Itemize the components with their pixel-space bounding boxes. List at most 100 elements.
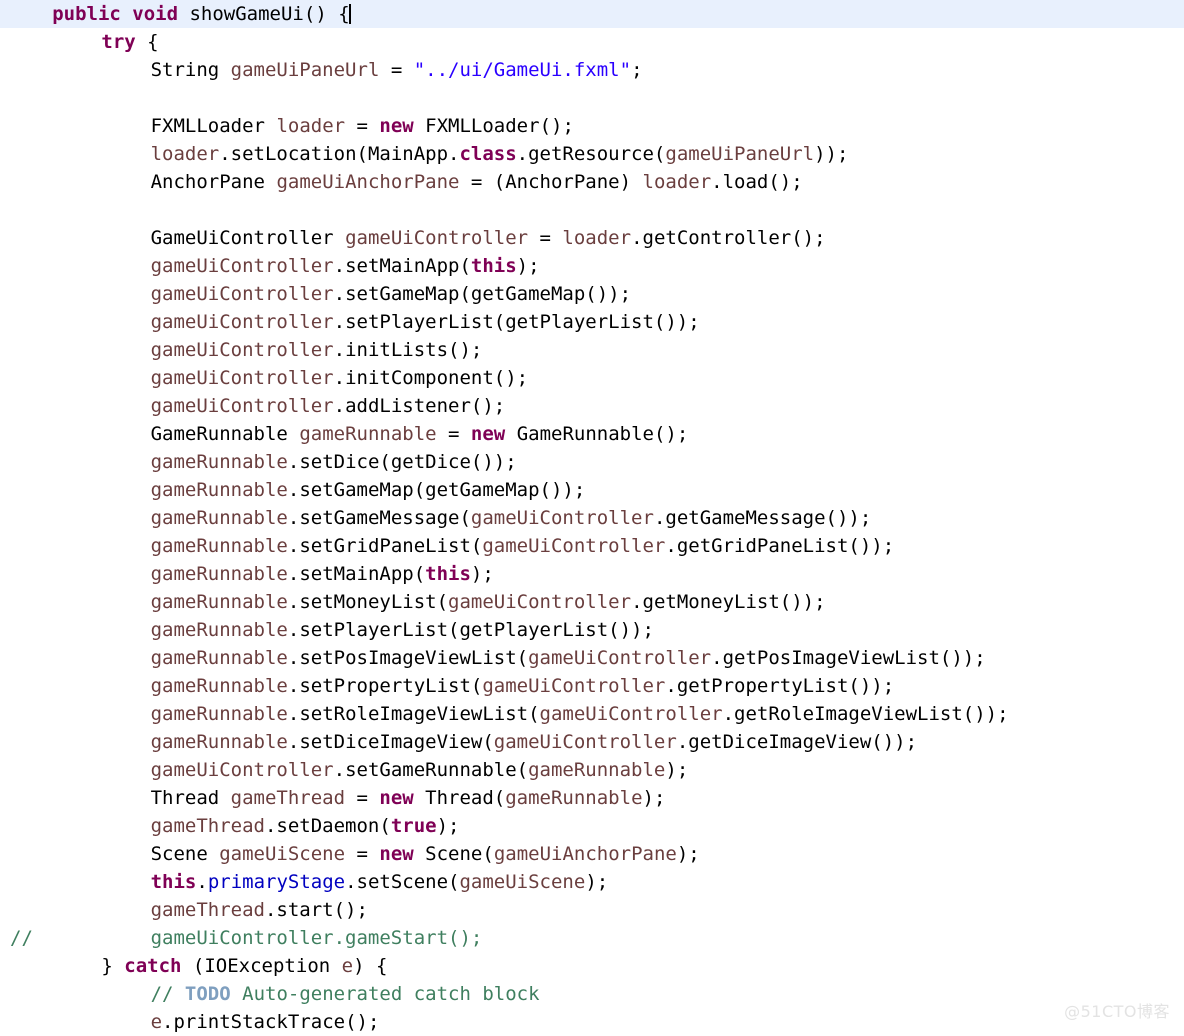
code-line[interactable]: } catch (IOException e) { xyxy=(0,952,1184,980)
code-token-plain: .start(); xyxy=(264,899,368,921)
code-token-var: gameRunnable xyxy=(150,675,288,697)
code-token-var: gameRunnable xyxy=(299,423,437,445)
code-line[interactable]: gameRunnable.setMoneyList(gameUiControll… xyxy=(0,588,1184,616)
code-token-plain: .setScene( xyxy=(345,871,460,893)
code-editor-view[interactable]: public void showGameUi() {try {String ga… xyxy=(0,0,1184,1033)
code-token-type: GameUiController xyxy=(150,227,346,249)
code-token-plain: Thread( xyxy=(413,787,506,809)
code-line[interactable]: gameThread.start(); xyxy=(0,896,1184,924)
code-line[interactable]: AnchorPane gameUiAnchorPane = (AnchorPan… xyxy=(0,168,1184,196)
code-line-text: gameUiController.initLists(); xyxy=(0,336,483,364)
code-line[interactable]: gameRunnable.setGameMessage(gameUiContro… xyxy=(0,504,1184,532)
code-token-type: FXMLLoader xyxy=(150,115,277,137)
code-line-text: Scene gameUiScene = new Scene(gameUiAnch… xyxy=(0,840,700,868)
code-token-plain: (IOException xyxy=(181,955,342,977)
code-line-text: gameUiController.gameStart(); xyxy=(0,924,483,952)
code-token-plain: = xyxy=(345,787,380,809)
code-line[interactable]: FXMLLoader loader = new FXMLLoader(); xyxy=(0,112,1184,140)
code-line[interactable]: gameRunnable.setPosImageViewList(gameUiC… xyxy=(0,644,1184,672)
code-token-var: gameUiController xyxy=(150,367,334,389)
code-line[interactable]: e.printStackTrace(); xyxy=(0,1008,1184,1036)
code-token-kw: new xyxy=(470,423,506,445)
code-line[interactable]: GameRunnable gameRunnable = new GameRunn… xyxy=(0,420,1184,448)
code-token-plain: .getGridPaneList()); xyxy=(665,535,895,557)
code-token-var: loader xyxy=(150,143,220,165)
code-line-text: gameThread.setDaemon(true); xyxy=(0,812,460,840)
code-line[interactable]: gameRunnable.setMainApp(this); xyxy=(0,560,1184,588)
code-token-kw: void xyxy=(132,3,179,25)
code-token-var: gameUiController xyxy=(448,591,632,613)
code-line[interactable]: Scene gameUiScene = new Scene(gameUiAnch… xyxy=(0,840,1184,868)
code-token-kw: new xyxy=(379,843,414,865)
code-line[interactable]: GameUiController gameUiController = load… xyxy=(0,224,1184,252)
code-token-type: AnchorPane xyxy=(150,171,277,193)
code-token-plain: ); xyxy=(676,843,700,865)
code-line[interactable]: // TODO Auto-generated catch block xyxy=(0,980,1184,1008)
code-line[interactable]: gameUiController.initLists(); xyxy=(0,336,1184,364)
code-line-text: gameRunnable.setPropertyList(gameUiContr… xyxy=(0,672,895,700)
code-token-plain: .setMainApp( xyxy=(287,563,426,585)
code-line[interactable]: gameRunnable.setRoleImageViewList(gameUi… xyxy=(0,700,1184,728)
code-line[interactable]: gameRunnable.setDiceImageView(gameUiCont… xyxy=(0,728,1184,756)
code-lines-container[interactable]: public void showGameUi() {try {String ga… xyxy=(0,0,1184,1036)
code-line[interactable]: gameRunnable.setPropertyList(gameUiContr… xyxy=(0,672,1184,700)
code-token-var: gameRunnable xyxy=(150,479,288,501)
code-line-text: gameRunnable.setGameMessage(gameUiContro… xyxy=(0,504,872,532)
code-line-text: gameRunnable.setPlayerList(getPlayerList… xyxy=(0,616,654,644)
code-line[interactable]: gameRunnable.setPlayerList(getPlayerList… xyxy=(0,616,1184,644)
code-token-plain: = xyxy=(436,423,471,445)
code-line[interactable]: Thread gameThread = new Thread(gameRunna… xyxy=(0,784,1184,812)
code-line[interactable]: public void showGameUi() { xyxy=(0,0,1184,28)
code-token-var: gameUiController xyxy=(493,731,677,753)
code-token-var: gameRunnable xyxy=(150,507,288,529)
code-line[interactable]: this.primaryStage.setScene(gameUiScene); xyxy=(0,868,1184,896)
code-token-var: gameUiController xyxy=(150,339,334,361)
code-token-var: loader xyxy=(562,227,632,249)
code-line[interactable]: gameRunnable.setDice(getDice()); xyxy=(0,448,1184,476)
code-line-text: AnchorPane gameUiAnchorPane = (AnchorPan… xyxy=(0,168,803,196)
code-line[interactable] xyxy=(0,84,1184,112)
code-line-text: gameRunnable.setDice(getDice()); xyxy=(0,448,517,476)
code-token-plain: ); xyxy=(665,759,689,781)
code-token-var: gameRunnable xyxy=(150,535,288,557)
code-token-plain: ); xyxy=(436,815,460,837)
code-token-var: gameUiController xyxy=(528,647,712,669)
code-token-plain: .setGameMap(getGameMap()); xyxy=(287,479,586,501)
code-token-var: gameRunnable xyxy=(150,451,288,473)
code-line[interactable]: try { xyxy=(0,28,1184,56)
code-token-var: gameThread xyxy=(150,815,265,837)
code-token-kw: public xyxy=(52,3,121,25)
code-token-plain: .setGameRunnable( xyxy=(333,759,529,781)
code-line[interactable]: gameUiController.setGameRunnable(gameRun… xyxy=(0,756,1184,784)
code-token-plain: FXMLLoader(); xyxy=(413,115,574,137)
code-line-text: } catch (IOException e) { xyxy=(0,952,387,980)
code-token-plain: .getGameMessage()); xyxy=(653,507,872,529)
code-line-text: gameUiController.setGameMap(getGameMap()… xyxy=(0,280,631,308)
code-token-plain: .addListener(); xyxy=(333,395,506,417)
code-line-text: gameRunnable.setMoneyList(gameUiControll… xyxy=(0,588,826,616)
code-line[interactable]: gameUiController.setGameMap(getGameMap()… xyxy=(0,280,1184,308)
code-token-str: "../ui/GameUi.fxml" xyxy=(413,59,632,81)
code-token-plain: .setDaemon( xyxy=(264,815,391,837)
code-line[interactable]: gameRunnable.setGameMap(getGameMap()); xyxy=(0,476,1184,504)
code-line[interactable]: gameThread.setDaemon(true); xyxy=(0,812,1184,840)
code-token-plain: = (AnchorPane) xyxy=(459,171,643,193)
watermark-label: @51CTO博客 xyxy=(1064,1002,1170,1021)
code-token-plain: = xyxy=(379,59,414,81)
code-line[interactable]: gameUiController.addListener(); xyxy=(0,392,1184,420)
code-token-var: gameUiAnchorPane xyxy=(493,843,677,865)
code-line[interactable]: gameUiController.setMainApp(this); xyxy=(0,252,1184,280)
code-line[interactable]: // gameUiController.gameStart(); xyxy=(0,924,1184,952)
code-line[interactable]: loader.setLocation(MainApp.class.getReso… xyxy=(0,140,1184,168)
code-line[interactable]: gameRunnable.setGridPaneList(gameUiContr… xyxy=(0,532,1184,560)
code-line-text: public void showGameUi() { xyxy=(0,0,351,28)
code-line[interactable]: gameUiController.setPlayerList(getPlayer… xyxy=(0,308,1184,336)
code-token-plain: ; xyxy=(631,59,643,81)
code-token-plain: .setGridPaneList( xyxy=(287,535,483,557)
code-token-plain: .getController(); xyxy=(631,227,826,249)
code-line[interactable] xyxy=(0,196,1184,224)
code-token-kw: this xyxy=(150,871,197,893)
code-line[interactable]: gameUiController.initComponent(); xyxy=(0,364,1184,392)
code-line[interactable]: String gameUiPaneUrl = "../ui/GameUi.fxm… xyxy=(0,56,1184,84)
